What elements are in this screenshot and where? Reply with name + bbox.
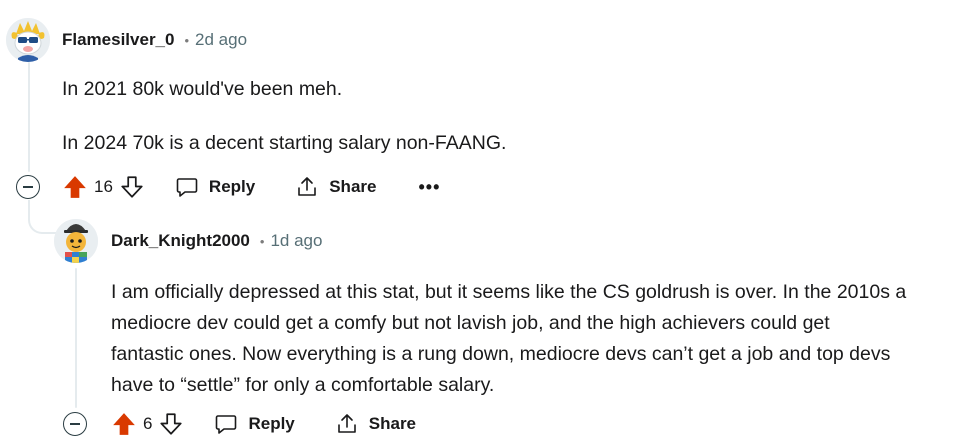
downvote-icon[interactable] xyxy=(158,411,184,437)
comment-paragraph: In 2021 80k would've been meh. xyxy=(62,78,343,100)
vote-count: 6 xyxy=(143,414,153,433)
share-label: Share xyxy=(329,177,377,196)
comment-age[interactable]: 2d ago xyxy=(195,30,247,50)
collapse-button[interactable] xyxy=(63,412,87,436)
avatar[interactable] xyxy=(6,18,50,62)
comment-line: fantastic ones. Now everything is a rung… xyxy=(111,343,891,365)
comment-paragraph: In 2024 70k is a decent starting salary … xyxy=(62,132,507,154)
thread-line[interactable] xyxy=(75,268,77,408)
downvote-icon[interactable] xyxy=(119,174,145,200)
reply-icon xyxy=(216,415,237,434)
share-label: Share xyxy=(368,414,417,433)
reply-button[interactable]: Reply xyxy=(175,175,255,199)
reply-button[interactable]: Reply xyxy=(214,412,295,436)
vote-group: 6 xyxy=(111,411,184,437)
vote-group: 16 xyxy=(62,174,145,200)
comment-body: In 2021 80k would've been meh. In 2024 7… xyxy=(62,74,506,158)
comment-thread: Flamesilver_0 • 2d ago In 2021 80k would… xyxy=(0,0,977,447)
collapse-button[interactable] xyxy=(16,175,40,199)
meta-separator: • xyxy=(184,32,190,48)
vote-count: 16 xyxy=(94,177,113,196)
share-icon xyxy=(337,414,356,433)
reply-label: Reply xyxy=(248,414,295,433)
comment-line: I am officially depressed at this stat, … xyxy=(111,281,907,303)
username[interactable]: Flamesilver_0 xyxy=(62,30,174,50)
meta-separator: • xyxy=(259,233,265,249)
reply-label: Reply xyxy=(208,177,256,196)
reply-icon xyxy=(176,178,198,197)
thread-connector xyxy=(28,200,56,234)
username[interactable]: Dark_Knight2000 xyxy=(111,231,250,251)
share-button[interactable]: Share xyxy=(295,175,376,199)
more-icon: ••• xyxy=(418,176,441,197)
avatar[interactable] xyxy=(54,219,98,263)
comment-age[interactable]: 1d ago xyxy=(270,231,322,251)
comment-meta: Flamesilver_0 • 2d ago xyxy=(62,30,247,50)
comment-actions: 16 Reply Share ••• xyxy=(62,172,440,202)
comment-body: I am officially depressed at this stat, … xyxy=(111,277,906,401)
comment-line: mediocre dev could get a comfy but not l… xyxy=(111,312,830,334)
avatar-flamesilver-icon xyxy=(6,18,50,62)
share-icon xyxy=(298,177,317,196)
avatar-dark-knight-icon xyxy=(54,219,98,263)
upvote-icon[interactable] xyxy=(111,411,137,437)
share-button[interactable]: Share xyxy=(335,412,416,436)
upvote-icon[interactable] xyxy=(62,174,88,200)
comment-meta: Dark_Knight2000 • 1d ago xyxy=(111,231,322,251)
comment-line: have to “settle” for only a comfortable … xyxy=(111,374,495,396)
more-options-button[interactable]: ••• xyxy=(418,177,440,198)
thread-line[interactable] xyxy=(28,62,30,172)
comment-actions: 6 Reply Share xyxy=(111,409,416,439)
